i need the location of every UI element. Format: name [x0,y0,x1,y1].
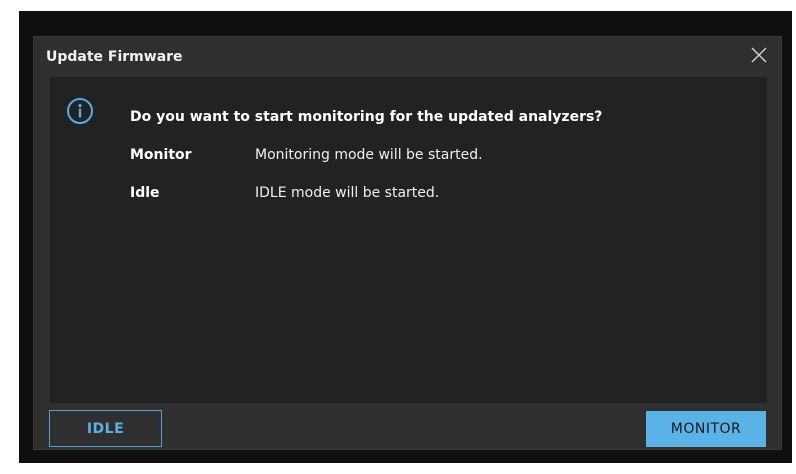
close-icon [751,47,767,63]
option-label-idle: Idle [130,185,160,201]
idle-button[interactable]: IDLE [49,410,162,447]
dialog-title: Update Firmware [46,49,183,65]
monitor-button[interactable]: MONITOR [646,411,766,447]
update-firmware-dialog: Update Firmware Do you want to start mon… [33,36,782,450]
option-description-idle: IDLE mode will be started. [255,185,440,201]
info-icon [66,97,94,125]
option-description-monitor: Monitoring mode will be started. [255,147,483,163]
question-text: Do you want to start monitoring for the … [130,109,603,125]
option-label-monitor: Monitor [130,147,192,163]
dialog-content: Do you want to start monitoring for the … [50,77,767,403]
close-button[interactable] [749,45,769,65]
